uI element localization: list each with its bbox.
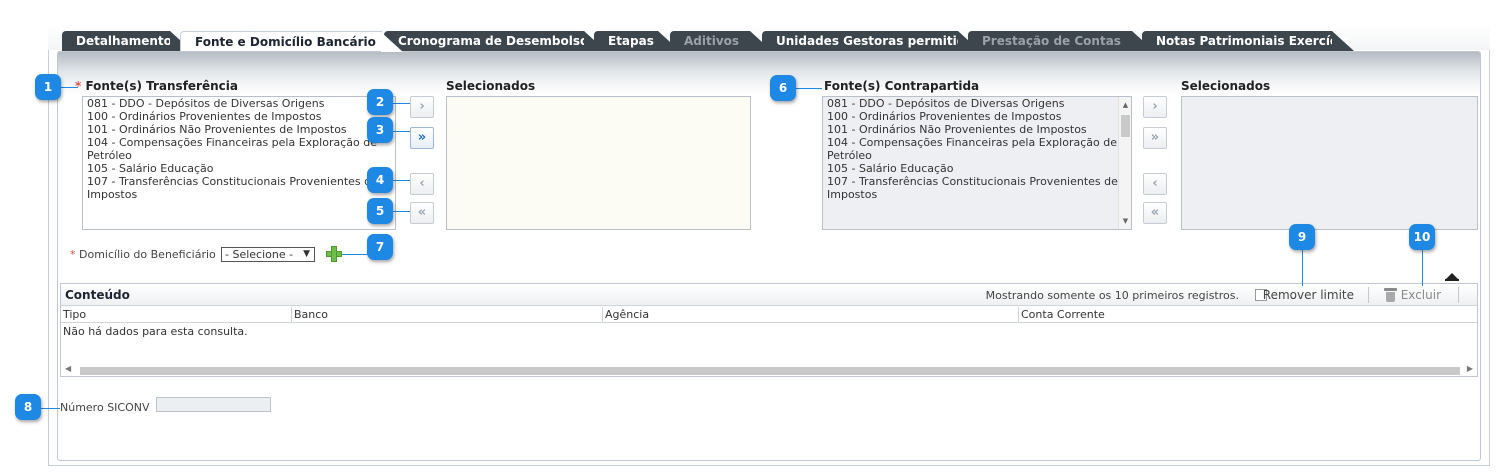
add-one-button[interactable]: › (410, 96, 434, 118)
callout-badge-7: 7 (367, 234, 393, 260)
list-item[interactable]: Petróleo (83, 149, 395, 162)
list-item[interactable]: 100 - Ordinários Provenientes de Imposto… (823, 110, 1131, 123)
scroll-thumb[interactable] (80, 367, 1460, 375)
list-item[interactable]: 105 - Salário Educação (83, 162, 395, 175)
column-header-conta-corrente[interactable]: Conta Corrente (1019, 307, 1477, 322)
empty-message: Não há dados para esta consulta. (63, 325, 248, 338)
tab-prestacao-contas: Prestação de Contas (968, 31, 1154, 51)
list-item[interactable]: Impostos (83, 188, 395, 201)
scroll-left-icon[interactable]: ◀ (65, 364, 71, 373)
plus-icon-stem (331, 246, 337, 262)
remove-limit-label[interactable]: Remover limite (1263, 288, 1354, 302)
list-item[interactable]: Petróleo (823, 149, 1131, 162)
column-header-agencia[interactable]: Agência (603, 307, 1019, 322)
tab-fonte-domicilio[interactable]: Fonte e Domicílio Bancário (180, 31, 403, 52)
tab-unidades-gestoras[interactable]: Unidades Gestoras permitidas (762, 31, 981, 51)
list-item[interactable]: 081 - DDO - Depósitos de Diversas Origen… (823, 97, 1131, 110)
remove-all-button[interactable]: « (410, 202, 434, 224)
siconv-input[interactable] (156, 397, 271, 412)
scroll-right-icon[interactable]: ▶ (1467, 364, 1473, 373)
scroll-down-icon[interactable]: ▼ (1119, 215, 1131, 227)
add-all-button[interactable]: » (410, 127, 434, 149)
transferencia-selected-title: Selecionados (446, 79, 536, 93)
callout-leader (392, 180, 410, 181)
contrapartida-remove-one-button[interactable]: ‹ (1143, 173, 1167, 195)
domicilio-select-value: - Selecione - (225, 248, 294, 261)
delete-button[interactable]: Excluir (1401, 288, 1441, 302)
trash-icon[interactable] (1384, 288, 1397, 302)
tab-etapas[interactable]: Etapas (594, 31, 680, 51)
add-domicilio-button[interactable] (326, 246, 342, 262)
grid-info-text: Mostrando somente os 10 primeiros regist… (985, 289, 1239, 302)
callout-leader (40, 408, 60, 409)
list-item[interactable]: 101 - Ordinários Não Provenientes de Imp… (83, 123, 395, 136)
trash-lid (1384, 288, 1397, 291)
callout-leader (392, 131, 410, 132)
callout-badge-1: 1 (35, 74, 61, 100)
list-item[interactable]: 101 - Ordinários Não Provenientes de Imp… (823, 123, 1131, 136)
tab-cronograma[interactable]: Cronograma de Desembolso (384, 31, 606, 51)
domicilio-label-text: Domicílio do Beneficiário (79, 248, 216, 261)
callout-leader (1302, 250, 1303, 286)
list-item[interactable]: 081 - DDO - Depósitos de Diversas Origen… (83, 97, 395, 110)
remove-one-button[interactable]: ‹ (410, 173, 434, 195)
tab-detalhamento[interactable]: Detalhamento (62, 31, 192, 51)
tab-aditivos: Aditivos (670, 31, 772, 51)
list-item[interactable]: 100 - Ordinários Provenientes de Imposto… (83, 110, 395, 123)
callout-leader (60, 87, 78, 88)
callout-leader (1422, 250, 1423, 286)
grid-header: Conteúdo Mostrando somente os 10 primeir… (61, 284, 1477, 306)
column-header-banco[interactable]: Banco (292, 307, 603, 322)
callout-leader (392, 103, 410, 104)
scroll-thumb[interactable] (1121, 115, 1130, 137)
header-divider (61, 322, 1477, 323)
list-item[interactable]: 107 - Transferências Constitucionais Pro… (823, 175, 1131, 188)
callout-badge-9: 9 (1289, 224, 1315, 250)
siconv-label: Número SICONV (60, 401, 150, 414)
vertical-scrollbar[interactable]: ▲ ▼ (1118, 97, 1131, 229)
collapse-bar-icon (1445, 279, 1459, 281)
contrapartida-remove-all-button[interactable]: « (1143, 202, 1167, 224)
contrapartida-title: Fonte(s) Contrapartida (824, 79, 980, 93)
trash-can (1386, 292, 1395, 302)
transferencia-selected-listbox[interactable] (446, 96, 751, 230)
callout-badge-3: 3 (367, 117, 393, 143)
contrapartida-listbox[interactable]: 081 - DDO - Depósitos de Diversas Origen… (822, 96, 1132, 230)
callout-badge-2: 2 (367, 89, 393, 115)
divider (1458, 287, 1459, 303)
callout-badge-4: 4 (367, 167, 393, 193)
contrapartida-selected-listbox[interactable] (1181, 96, 1478, 230)
contrapartida-add-one-button[interactable]: › (1143, 96, 1167, 118)
list-item[interactable]: 104 - Compensações Financeiras pela Expl… (83, 136, 395, 149)
horizontal-scrollbar[interactable]: ◀ ▶ (63, 364, 1475, 376)
list-item[interactable]: Impostos (823, 188, 1131, 201)
callout-badge-5: 5 (367, 198, 393, 224)
scroll-up-icon[interactable]: ▲ (1119, 99, 1131, 111)
grid-title: Conteúdo (65, 288, 130, 302)
chevron-down-icon: ▼ (303, 249, 310, 259)
callout-leader (342, 254, 368, 255)
transferencia-title-text: Fonte(s) Transferência (85, 79, 238, 93)
divider (1368, 287, 1369, 303)
callout-badge-6: 6 (770, 75, 796, 101)
callout-leader (392, 211, 410, 212)
column-header-tipo[interactable]: Tipo (61, 307, 292, 322)
callout-leader (796, 88, 822, 89)
list-item[interactable]: 104 - Compensações Financeiras pela Expl… (823, 136, 1131, 149)
conteudo-grid: Conteúdo Mostrando somente os 10 primeir… (60, 283, 1478, 377)
transferencia-title: * Fonte(s) Transferência (75, 79, 238, 93)
tab-notas-patrimoniais[interactable]: Notas Patrimoniais Exercício (1142, 31, 1354, 51)
list-item[interactable]: 105 - Salário Educação (823, 162, 1131, 175)
domicilio-label: * Domicílio do Beneficiário (70, 248, 216, 261)
domicilio-select[interactable]: - Selecione - ▼ (221, 247, 315, 262)
required-mark: * (75, 79, 82, 93)
callout-badge-10: 10 (1409, 224, 1435, 250)
contrapartida-selected-title: Selecionados (1181, 79, 1271, 93)
list-item[interactable]: 107 - Transferências Constitucionais Pro… (83, 175, 395, 188)
callout-badge-8: 8 (15, 394, 41, 420)
contrapartida-add-all-button[interactable]: » (1143, 127, 1167, 149)
transferencia-listbox[interactable]: 081 - DDO - Depósitos de Diversas Origen… (82, 96, 396, 230)
required-mark: * (70, 248, 76, 261)
